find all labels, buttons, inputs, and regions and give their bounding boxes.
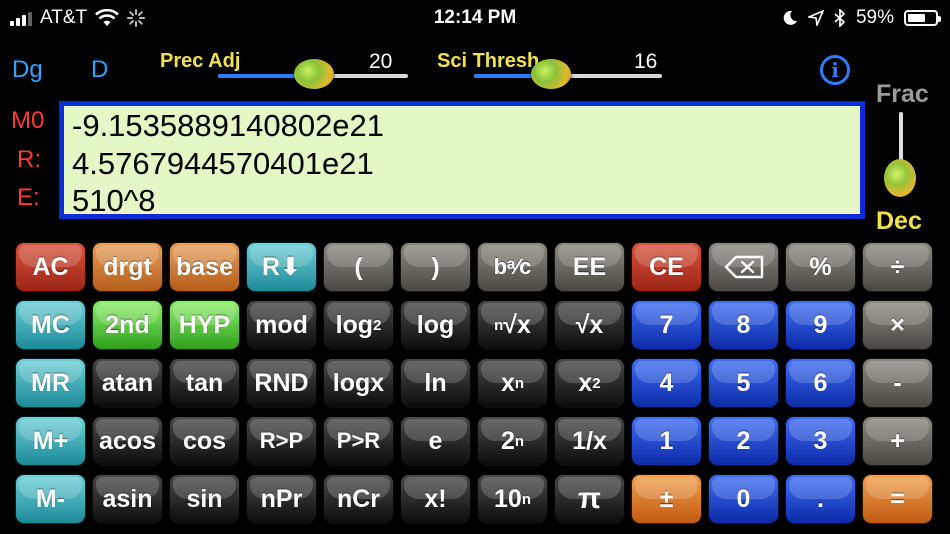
polar-to-rect-button[interactable]: P>R: [323, 416, 394, 466]
decimal-point-button[interactable]: .: [785, 474, 856, 524]
backspace-icon: [724, 255, 763, 279]
factorial-button[interactable]: x!: [400, 474, 471, 524]
calculator-display[interactable]: -9.1535889140802e21 4.5767944570401e21 5…: [59, 101, 865, 219]
digit-2-button[interactable]: 2: [708, 416, 779, 466]
asin-button[interactable]: asin: [92, 474, 163, 524]
m-minus-button[interactable]: M-: [15, 474, 86, 524]
nth-root-button[interactable]: n √x: [477, 300, 548, 350]
digit-5-button[interactable]: 5: [708, 358, 779, 408]
bluetooth-icon: [834, 9, 846, 27]
sci-thresh-label: Sci Thresh: [437, 50, 540, 72]
digit-9-button[interactable]: 9: [785, 300, 856, 350]
square-root-button[interactable]: √x: [554, 300, 625, 350]
reciprocal-button[interactable]: 1/x: [554, 416, 625, 466]
acos-button[interactable]: acos: [92, 416, 163, 466]
memory-value: -9.1535889140802e21: [72, 108, 385, 143]
info-icon[interactable]: i: [820, 55, 850, 85]
angle-mode-button[interactable]: Dg: [12, 56, 43, 84]
multiply-button[interactable]: ×: [862, 300, 933, 350]
e-constant-button[interactable]: e: [400, 416, 471, 466]
ce-button[interactable]: CE: [631, 242, 702, 292]
cos-button[interactable]: cos: [169, 416, 240, 466]
rnd-button[interactable]: RND: [246, 358, 317, 408]
backspace-button[interactable]: [708, 242, 779, 292]
location-arrow-icon: [807, 10, 824, 26]
digit-3-button[interactable]: 3: [785, 416, 856, 466]
plus-button[interactable]: +: [862, 416, 933, 466]
divide-button[interactable]: ÷: [862, 242, 933, 292]
digit-6-button[interactable]: 6: [785, 358, 856, 408]
minus-button[interactable]: -: [862, 358, 933, 408]
x-power-n-button[interactable]: xn: [477, 358, 548, 408]
battery-percent: 59%: [855, 7, 894, 28]
log-button[interactable]: log: [400, 300, 471, 350]
npr-button[interactable]: nPr: [246, 474, 317, 524]
sci-thresh-value: 16: [634, 50, 658, 73]
ncr-button[interactable]: nCr: [323, 474, 394, 524]
plus-minus-button[interactable]: ±: [631, 474, 702, 524]
dec-label[interactable]: Dec: [876, 207, 922, 236]
register-m0-label: M0: [11, 107, 45, 134]
digit-4-button[interactable]: 4: [631, 358, 702, 408]
equals-button[interactable]: =: [862, 474, 933, 524]
logx-button[interactable]: logx: [323, 358, 394, 408]
roll-down-button[interactable]: R⬇: [246, 242, 317, 292]
two-power-n-button[interactable]: 2n: [477, 416, 548, 466]
rect-to-polar-button[interactable]: R>P: [246, 416, 317, 466]
digit-1-button[interactable]: 1: [631, 416, 702, 466]
hyp-button[interactable]: HYP: [169, 300, 240, 350]
m-plus-button[interactable]: M+: [15, 416, 86, 466]
prec-adj-slider-knob[interactable]: [294, 59, 334, 89]
ac-button[interactable]: AC: [15, 242, 86, 292]
tan-button[interactable]: tan: [169, 358, 240, 408]
moon-icon: [783, 10, 797, 25]
x-squared-button[interactable]: x2: [554, 358, 625, 408]
result-value: 4.5767944570401e21: [72, 146, 374, 181]
prec-adj-value: 20: [369, 50, 393, 73]
mc-button[interactable]: MC: [15, 300, 86, 350]
drgt-button[interactable]: drgt: [92, 242, 163, 292]
sin-button[interactable]: sin: [169, 474, 240, 524]
atan-button[interactable]: atan: [92, 358, 163, 408]
ten-power-n-button[interactable]: 10 n: [477, 474, 548, 524]
open-paren-button[interactable]: (: [323, 242, 394, 292]
battery-icon: [904, 10, 941, 26]
ee-button[interactable]: EE: [554, 242, 625, 292]
pi-button[interactable]: π: [554, 474, 625, 524]
digit-0-button[interactable]: 0: [708, 474, 779, 524]
frac-label[interactable]: Frac: [876, 80, 929, 109]
mr-button[interactable]: MR: [15, 358, 86, 408]
display-mode-button[interactable]: D: [91, 56, 108, 84]
prec-adj-label: Prec Adj: [160, 50, 241, 72]
expression-value: 510^8: [72, 183, 156, 218]
register-e-label: E:: [17, 184, 40, 211]
close-paren-button[interactable]: ): [400, 242, 471, 292]
status-bar: AT&T 12:14 PM 59%: [0, 0, 950, 34]
frac-dec-switch-knob[interactable]: [884, 159, 916, 197]
digit-8-button[interactable]: 8: [708, 300, 779, 350]
sci-thresh-slider-knob[interactable]: [531, 59, 571, 89]
second-function-button[interactable]: 2nd: [92, 300, 163, 350]
mod-button[interactable]: mod: [246, 300, 317, 350]
percent-button[interactable]: %: [785, 242, 856, 292]
base-button[interactable]: base: [169, 242, 240, 292]
fraction-button[interactable]: bᵃ⁄c: [477, 242, 548, 292]
ln-button[interactable]: ln: [400, 358, 471, 408]
register-r-label: R:: [17, 146, 41, 173]
log2-button[interactable]: log 2: [323, 300, 394, 350]
digit-7-button[interactable]: 7: [631, 300, 702, 350]
